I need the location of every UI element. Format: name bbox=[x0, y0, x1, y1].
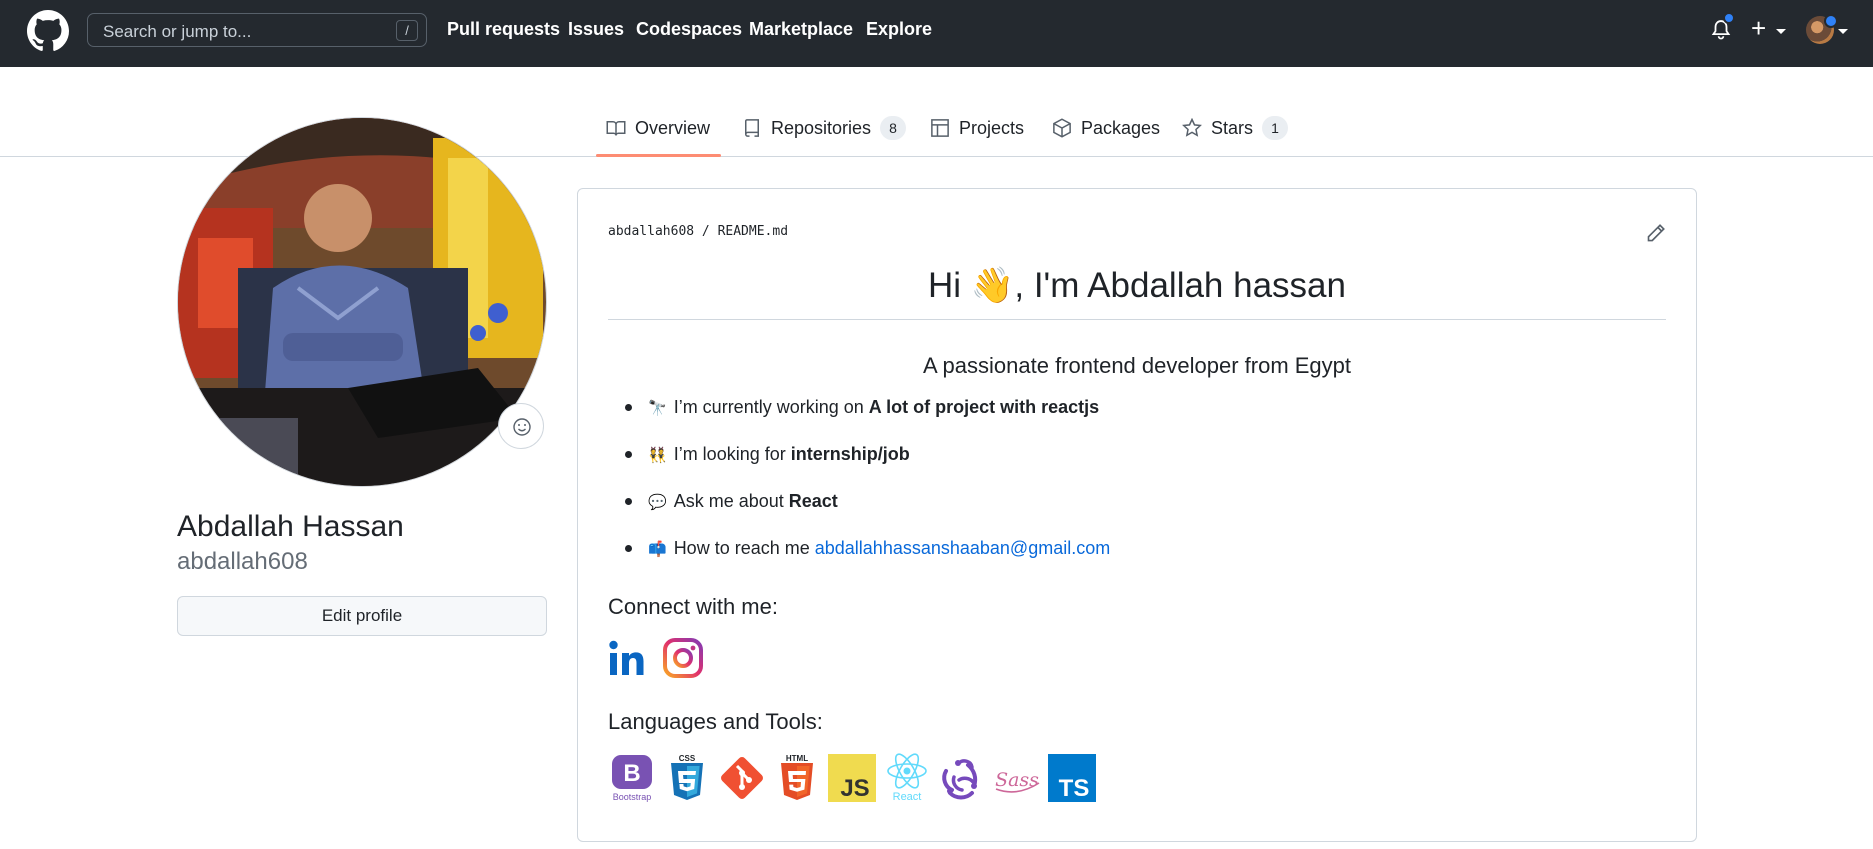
list-item: 👯 I’m looking for internship/job bbox=[608, 444, 910, 465]
tab-label: Projects bbox=[959, 117, 1025, 138]
chevron-down-icon bbox=[1776, 29, 1786, 34]
react-icon: React bbox=[887, 753, 927, 803]
title-divider bbox=[608, 319, 1666, 320]
search-shortcut-key: / bbox=[396, 20, 418, 41]
email-link[interactable]: abdallahhassanshaaban@gmail.com bbox=[815, 538, 1110, 559]
readme-path: abdallah608 / README.md bbox=[608, 224, 788, 239]
svg-text:Sass: Sass bbox=[995, 769, 1039, 791]
list-item: 📫 How to reach me abdallahhassanshaaban@… bbox=[608, 538, 1110, 559]
readme-owner-link[interactable]: abdallah608 bbox=[608, 224, 694, 239]
readme-card: abdallah608 / README.md Hi 👋, I'm Abdall… bbox=[577, 188, 1697, 842]
nav-issues[interactable]: Issues bbox=[568, 19, 624, 40]
nav-marketplace[interactable]: Marketplace bbox=[749, 19, 853, 40]
mailbox-emoji: 📫 bbox=[648, 540, 667, 558]
bullet-strong: internship/job bbox=[790, 444, 910, 464]
sass-icon: Sass bbox=[995, 769, 1040, 793]
tab-projects[interactable]: Projects bbox=[930, 113, 1024, 143]
bullet-dot bbox=[625, 451, 632, 458]
title-text-end: , I'm Abdallah hassan bbox=[1014, 266, 1346, 305]
redux-icon bbox=[942, 759, 978, 800]
tools-list: B Bootstrap CSS HTML JS React Sass TS bbox=[608, 753, 1096, 803]
pencil-icon[interactable] bbox=[1646, 223, 1666, 243]
repositories-count: 8 bbox=[880, 116, 907, 140]
search-input[interactable]: Search or jump to... / bbox=[87, 13, 427, 47]
list-item: 🔭 I’m currently working on A lot of proj… bbox=[608, 397, 1099, 418]
svg-text:CSS: CSS bbox=[679, 754, 696, 763]
typescript-icon: TS bbox=[1048, 754, 1096, 802]
speech-bubble-emoji: 💬 bbox=[648, 493, 667, 511]
bootstrap-icon: B Bootstrap bbox=[612, 755, 652, 802]
svg-text:Bootstrap: Bootstrap bbox=[613, 792, 652, 802]
profile-username: abdallah608 bbox=[177, 548, 308, 575]
bullet-text: I’m currently working on bbox=[673, 397, 864, 417]
tab-label: Repositories bbox=[771, 117, 872, 138]
languages-heading: Languages and Tools: bbox=[608, 709, 823, 734]
svg-text:TS: TS bbox=[1059, 775, 1090, 802]
svg-text:React: React bbox=[893, 791, 922, 803]
bullet-strong: A lot of project with reactjs bbox=[868, 397, 1100, 417]
set-status-button[interactable] bbox=[498, 403, 544, 449]
html5-icon: HTML bbox=[781, 754, 813, 800]
profile-photo bbox=[178, 118, 546, 486]
linkedin-icon[interactable] bbox=[608, 637, 650, 679]
book-icon bbox=[606, 121, 626, 136]
bullet-text: Ask me about bbox=[673, 491, 784, 511]
global-header: Search or jump to... / Pull requests Iss… bbox=[0, 0, 1873, 67]
tab-label: Packages bbox=[1081, 117, 1161, 138]
package-icon bbox=[1053, 118, 1071, 138]
bullet-text: How to reach me bbox=[673, 538, 810, 558]
dancers-emoji: 👯 bbox=[648, 446, 667, 464]
tab-label: Stars bbox=[1211, 117, 1254, 138]
profile-full-name: Abdallah Hassan bbox=[177, 510, 404, 543]
edit-profile-button[interactable]: Edit profile bbox=[177, 596, 547, 636]
css3-icon: CSS bbox=[671, 754, 703, 800]
svg-text:JS: JS bbox=[840, 775, 869, 802]
nav-codespaces[interactable]: Codespaces bbox=[636, 19, 742, 40]
tab-stars[interactable]: Stars 1 bbox=[1182, 113, 1289, 143]
title-text-start: Hi bbox=[928, 266, 971, 305]
instagram-icon[interactable] bbox=[662, 637, 704, 679]
svg-text:B: B bbox=[623, 760, 640, 787]
bullet-dot bbox=[625, 545, 632, 552]
search-placeholder: Search or jump to... bbox=[103, 22, 252, 41]
bullet-dot bbox=[625, 498, 632, 505]
bullet-strong: React bbox=[788, 491, 838, 511]
telescope-emoji: 🔭 bbox=[648, 399, 667, 417]
readme-file-link[interactable]: README.md bbox=[718, 224, 788, 239]
tab-packages[interactable]: Packages bbox=[1052, 113, 1160, 143]
active-tab-indicator bbox=[596, 154, 721, 157]
create-new-button[interactable]: + bbox=[1751, 15, 1766, 41]
stars-count: 1 bbox=[1262, 116, 1289, 140]
git-icon bbox=[721, 757, 763, 799]
star-icon bbox=[1182, 118, 1202, 137]
github-logo-icon[interactable] bbox=[27, 10, 69, 52]
repo-icon bbox=[744, 119, 759, 137]
profile-avatar[interactable] bbox=[177, 117, 547, 487]
readme-title: Hi 👋, I'm Abdallah hassan bbox=[608, 265, 1666, 306]
status-indicator bbox=[1824, 14, 1838, 28]
path-separator: / bbox=[701, 224, 710, 239]
list-item: 💬 Ask me about React bbox=[608, 491, 838, 512]
readme-subtitle: A passionate frontend developer from Egy… bbox=[922, 353, 1352, 378]
nav-explore[interactable]: Explore bbox=[866, 19, 932, 40]
tab-repositories[interactable]: Repositories 8 bbox=[742, 113, 907, 143]
social-links bbox=[608, 637, 704, 679]
table-icon bbox=[931, 119, 949, 137]
connect-heading: Connect with me: bbox=[608, 594, 778, 619]
nav-pull-requests[interactable]: Pull requests bbox=[447, 19, 560, 40]
smiley-icon bbox=[513, 418, 531, 436]
notification-indicator bbox=[1723, 12, 1735, 24]
waving-hand-emoji: 👋 bbox=[970, 266, 1015, 305]
javascript-icon: JS bbox=[828, 754, 876, 802]
svg-text:HTML: HTML bbox=[786, 754, 808, 763]
bullet-text: I’m looking for bbox=[673, 444, 786, 464]
bullet-dot bbox=[625, 404, 632, 411]
chevron-down-icon bbox=[1838, 29, 1848, 34]
tab-overview[interactable]: Overview bbox=[606, 113, 710, 143]
tab-label: Overview bbox=[635, 117, 711, 138]
